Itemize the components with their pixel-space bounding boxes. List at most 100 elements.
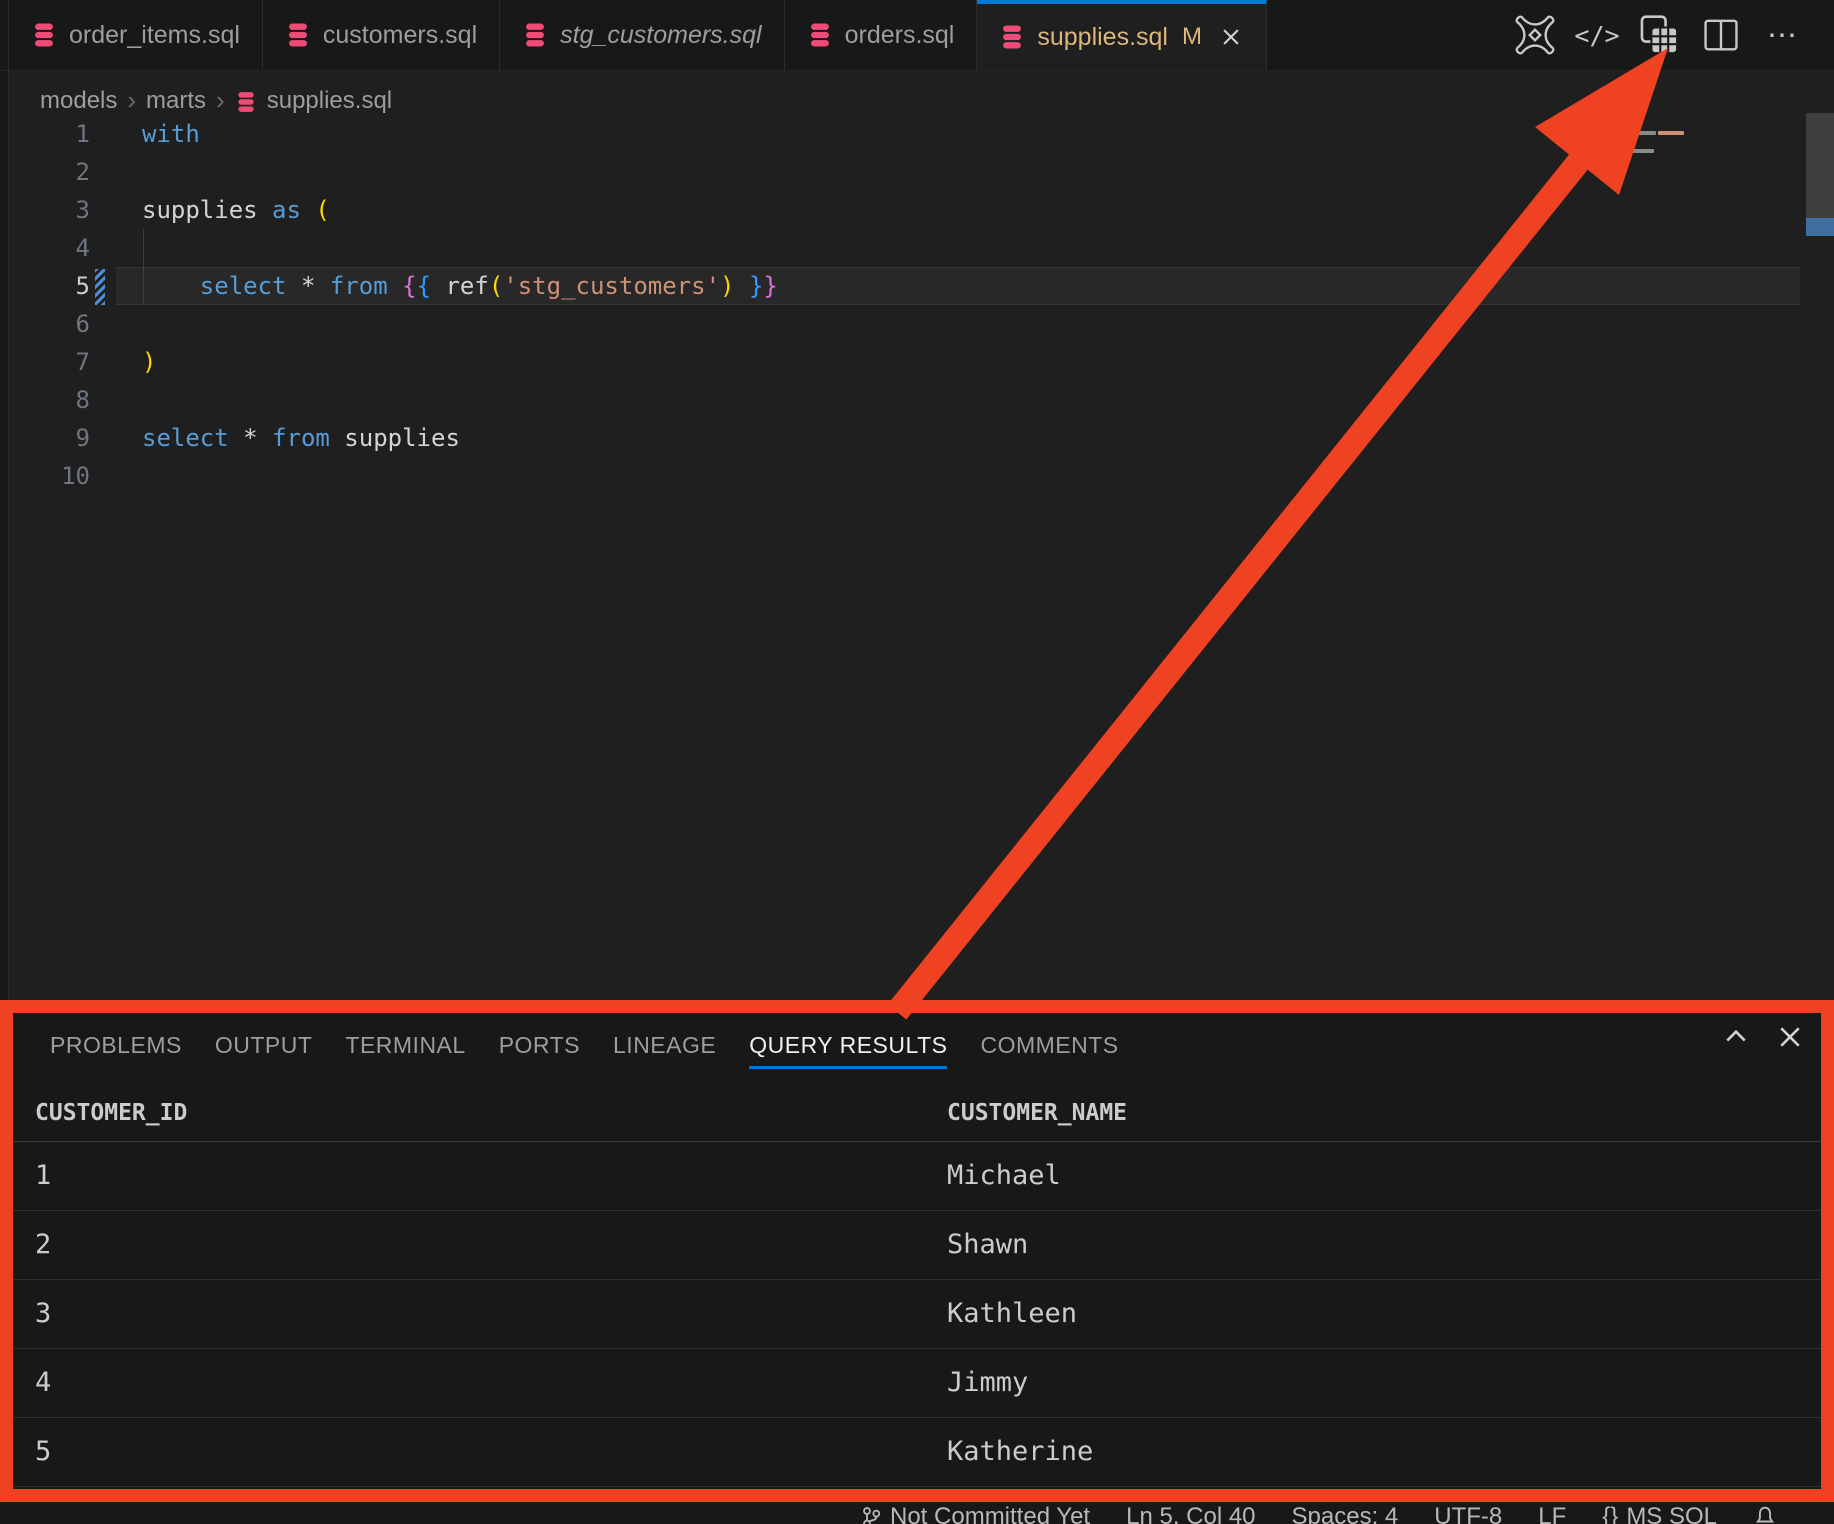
split-editor-icon[interactable] bbox=[1700, 14, 1742, 56]
line-number: 4 bbox=[0, 229, 90, 267]
cell-customer-id: 2 bbox=[35, 1211, 51, 1279]
panel-tab-comments[interactable]: COMMENTS bbox=[980, 1032, 1118, 1059]
code-token bbox=[301, 196, 315, 224]
editor-scrollbar[interactable] bbox=[1806, 71, 1834, 1000]
cell-customer-id: 1 bbox=[35, 1142, 51, 1210]
breadcrumb-marts[interactable]: marts bbox=[146, 87, 206, 115]
tab-customers[interactable]: customers.sql bbox=[263, 0, 500, 70]
line-number: 3 bbox=[0, 191, 90, 229]
panel-tab-query-results[interactable]: QUERY RESULTS bbox=[749, 1032, 947, 1069]
panel-tab-ports[interactable]: PORTS bbox=[499, 1032, 580, 1059]
cell-customer-name: Michael bbox=[947, 1142, 1061, 1210]
code-line[interactable]: 4 bbox=[0, 229, 1834, 267]
tab-supplies-active[interactable]: supplies.sql M bbox=[977, 0, 1267, 70]
code-token: from bbox=[272, 424, 330, 452]
code-line[interactable]: 6 bbox=[0, 305, 1834, 343]
code-line[interactable]: 10 bbox=[0, 457, 1834, 495]
table-row[interactable]: 3 Kathleen bbox=[0, 1280, 1834, 1349]
status-eol[interactable]: LF bbox=[1538, 1503, 1566, 1524]
table-header-row: CUSTOMER_ID CUSTOMER_NAME bbox=[0, 1086, 1834, 1142]
code-line[interactable]: 9 select * from supplies bbox=[0, 419, 1834, 457]
code-token bbox=[229, 424, 243, 452]
panel-tab-lineage[interactable]: LINEAGE bbox=[613, 1032, 716, 1059]
table-row[interactable]: 1 Michael bbox=[0, 1142, 1834, 1211]
tab-orders[interactable]: orders.sql bbox=[785, 0, 978, 70]
code-line[interactable]: 5 select * from {{ ref('stg_customers') … bbox=[0, 267, 1834, 305]
code-token: select bbox=[200, 272, 287, 300]
minimap-modified-mark bbox=[1588, 129, 1592, 139]
code-editor[interactable]: models › marts › supplies.sql 1 with 2 3… bbox=[0, 71, 1834, 1000]
vscode-window: order_items.sql customers.sql stg_custom… bbox=[0, 0, 1834, 1524]
panel-actions bbox=[1720, 1021, 1806, 1053]
code-line[interactable]: 2 bbox=[0, 153, 1834, 191]
tab-close-icon[interactable] bbox=[1218, 24, 1244, 50]
database-icon bbox=[522, 21, 548, 49]
code-token: ) bbox=[720, 272, 734, 300]
code-token bbox=[258, 424, 272, 452]
panel-tab-terminal[interactable]: TERMINAL bbox=[345, 1032, 465, 1059]
code-text: supplies as ( bbox=[142, 191, 330, 229]
dbt-icon[interactable] bbox=[1514, 14, 1556, 56]
code-line[interactable]: 8 bbox=[0, 381, 1834, 419]
status-git-label: Not Committed Yet bbox=[890, 1503, 1090, 1524]
tab-bar-left-strip bbox=[0, 0, 9, 70]
panel-tab-output[interactable]: OUTPUT bbox=[215, 1032, 313, 1059]
tab-order-items[interactable]: order_items.sql bbox=[9, 0, 263, 70]
status-cursor-position[interactable]: Ln 5, Col 40 bbox=[1126, 1503, 1255, 1524]
status-indentation[interactable]: Spaces: 4 bbox=[1292, 1503, 1399, 1524]
query-results-icon[interactable] bbox=[1638, 14, 1680, 56]
code-token: ) bbox=[142, 348, 156, 376]
notifications-bell-icon[interactable] bbox=[1753, 1505, 1777, 1524]
status-git[interactable]: Not Committed Yet bbox=[860, 1503, 1090, 1524]
tab-label: customers.sql bbox=[323, 21, 477, 50]
code-token: * bbox=[301, 272, 315, 300]
scrollbar-slider[interactable] bbox=[1806, 113, 1834, 218]
close-panel-icon[interactable] bbox=[1774, 1021, 1806, 1053]
code-line[interactable]: 7 ) bbox=[0, 343, 1834, 381]
chevron-right-icon: › bbox=[127, 85, 136, 116]
line-number: 6 bbox=[0, 305, 90, 343]
code-token: { bbox=[417, 272, 431, 300]
code-token: { bbox=[402, 272, 416, 300]
code-token: supplies bbox=[142, 196, 272, 224]
status-language[interactable]: {} MS SQL bbox=[1602, 1503, 1717, 1524]
table-row[interactable]: 5 Katherine bbox=[0, 1418, 1834, 1487]
open-as-code-icon[interactable]: </> bbox=[1576, 14, 1618, 56]
line-number: 1 bbox=[0, 115, 90, 153]
cell-customer-id: 4 bbox=[35, 1349, 51, 1417]
chevron-up-icon[interactable] bbox=[1720, 1021, 1752, 1053]
bottom-panel: PROBLEMS OUTPUT TERMINAL PORTS LINEAGE Q… bbox=[0, 1000, 1834, 1502]
database-icon bbox=[285, 21, 311, 49]
database-icon bbox=[31, 21, 57, 49]
code-token: as bbox=[272, 196, 301, 224]
code-line[interactable]: 3 supplies as ( bbox=[0, 191, 1834, 229]
code-token: 'stg_customers' bbox=[503, 272, 720, 300]
column-header-customer-name[interactable]: CUSTOMER_NAME bbox=[947, 1086, 1127, 1141]
table-row[interactable]: 4 Jimmy bbox=[0, 1349, 1834, 1418]
code-token bbox=[388, 272, 402, 300]
cell-customer-name: Shawn bbox=[947, 1211, 1028, 1279]
minimap-line bbox=[1658, 131, 1684, 135]
cell-customer-name: Katherine bbox=[947, 1418, 1093, 1486]
tab-label: order_items.sql bbox=[69, 21, 240, 50]
minimap[interactable] bbox=[1585, 109, 1700, 234]
database-icon bbox=[807, 21, 833, 49]
status-encoding[interactable]: UTF-8 bbox=[1434, 1503, 1502, 1524]
git-branch-icon bbox=[860, 1505, 882, 1524]
table-row[interactable]: 2 Shawn bbox=[0, 1211, 1834, 1280]
tab-label: supplies.sql bbox=[1037, 23, 1168, 52]
panel-tab-problems[interactable]: PROBLEMS bbox=[50, 1032, 182, 1059]
column-header-customer-id[interactable]: CUSTOMER_ID bbox=[35, 1086, 187, 1141]
more-actions-icon[interactable]: ⋯ bbox=[1762, 14, 1804, 56]
code-token: * bbox=[243, 424, 257, 452]
breadcrumb-file[interactable]: supplies.sql bbox=[267, 87, 392, 115]
breadcrumb-models[interactable]: models bbox=[40, 87, 117, 115]
code-line[interactable]: 1 with bbox=[0, 115, 1834, 153]
tab-label: stg_customers.sql bbox=[560, 21, 761, 50]
braces-icon: {} bbox=[1602, 1503, 1618, 1524]
chevron-right-icon: › bbox=[216, 85, 225, 116]
panel-tab-bar: PROBLEMS OUTPUT TERMINAL PORTS LINEAGE Q… bbox=[50, 1014, 1119, 1076]
minimap-line bbox=[1600, 131, 1624, 135]
tab-stg-customers[interactable]: stg_customers.sql bbox=[500, 0, 784, 70]
minimap-line bbox=[1628, 131, 1656, 135]
